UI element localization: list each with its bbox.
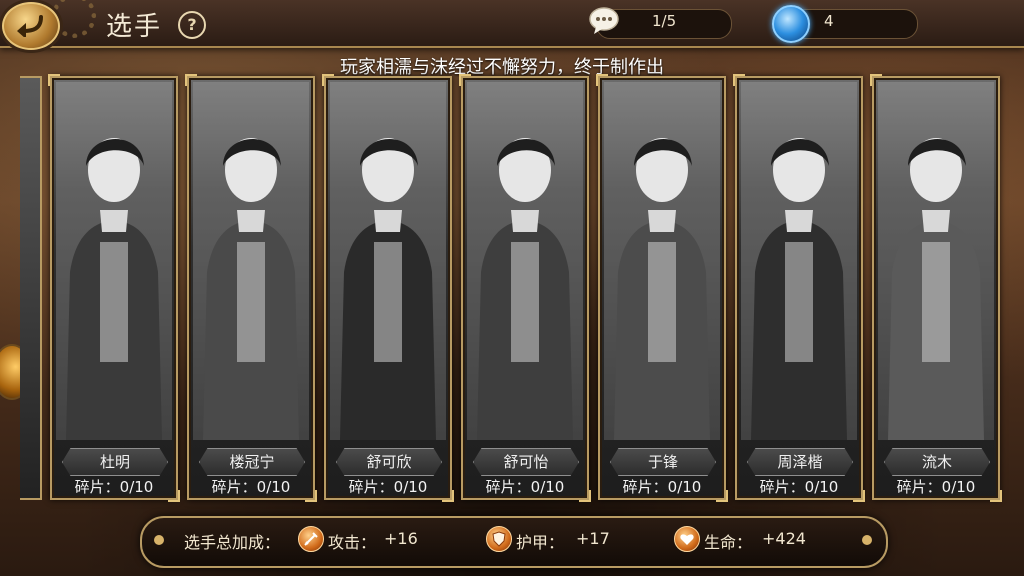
shield-icon: [486, 526, 512, 552]
player-shards: 碎片：0/10: [348, 478, 428, 496]
armor-label: 护甲：: [516, 533, 565, 552]
player-card[interactable]: 流木碎片：0/10: [870, 74, 1002, 502]
chat-bubble-icon[interactable]: [588, 6, 620, 36]
player-name: 杜明: [62, 448, 168, 476]
player-name: 周泽楷: [747, 448, 853, 476]
player-shards: 碎片：0/10: [485, 478, 565, 496]
armor-value: +17: [576, 529, 610, 548]
player-portrait: [604, 82, 720, 440]
messages-count: 1/5: [652, 12, 677, 30]
blue-gem-icon[interactable]: [772, 5, 810, 43]
life-value: +424: [762, 529, 806, 548]
player-name: 舒可欣: [336, 448, 442, 476]
player-shards: 碎片：0/10: [896, 478, 976, 496]
player-portrait: [193, 82, 309, 440]
player-portrait: [330, 82, 446, 440]
player-card[interactable]: 舒可怡碎片：0/10: [459, 74, 591, 502]
attack-label: 攻击：: [328, 533, 377, 552]
player-shards: 碎片：0/10: [759, 478, 839, 496]
bonus-label: 选手总加成：: [184, 533, 281, 552]
attack-value: +16: [384, 529, 418, 548]
bonus-bar-dot-left: [154, 535, 164, 545]
life-label: 生命：: [704, 533, 753, 552]
player-name: 楼冠宁: [199, 448, 305, 476]
player-card[interactable]: 舒可欣碎片：0/10: [322, 74, 454, 502]
question-icon[interactable]: ?: [178, 11, 206, 39]
player-name: 舒可怡: [473, 448, 579, 476]
player-shards: 碎片：0/10: [74, 478, 154, 496]
player-card[interactable]: 楼冠宁碎片：0/10: [185, 74, 317, 502]
player-shards: 碎片：0/10: [211, 478, 291, 496]
page-title: 选手: [106, 12, 163, 42]
player-name: 流木: [884, 448, 990, 476]
player-card[interactable]: 于锋碎片：0/10: [596, 74, 728, 502]
player-portrait: [56, 82, 172, 440]
partial-player-card[interactable]: [20, 76, 42, 500]
gems-count: 4: [824, 12, 834, 30]
player-portrait: [741, 82, 857, 440]
player-portrait: [467, 82, 583, 440]
sword-icon: [298, 526, 324, 552]
back-button[interactable]: [2, 2, 60, 50]
bonus-bar-dot-right: [862, 535, 872, 545]
player-shards: 碎片：0/10: [622, 478, 702, 496]
back-arrow-icon: [17, 15, 43, 37]
player-card[interactable]: 周泽楷碎片：0/10: [733, 74, 865, 502]
player-portrait: [878, 82, 994, 440]
heart-icon: [674, 526, 700, 552]
player-name: 于锋: [610, 448, 716, 476]
player-card[interactable]: 杜明碎片：0/10: [48, 74, 180, 502]
